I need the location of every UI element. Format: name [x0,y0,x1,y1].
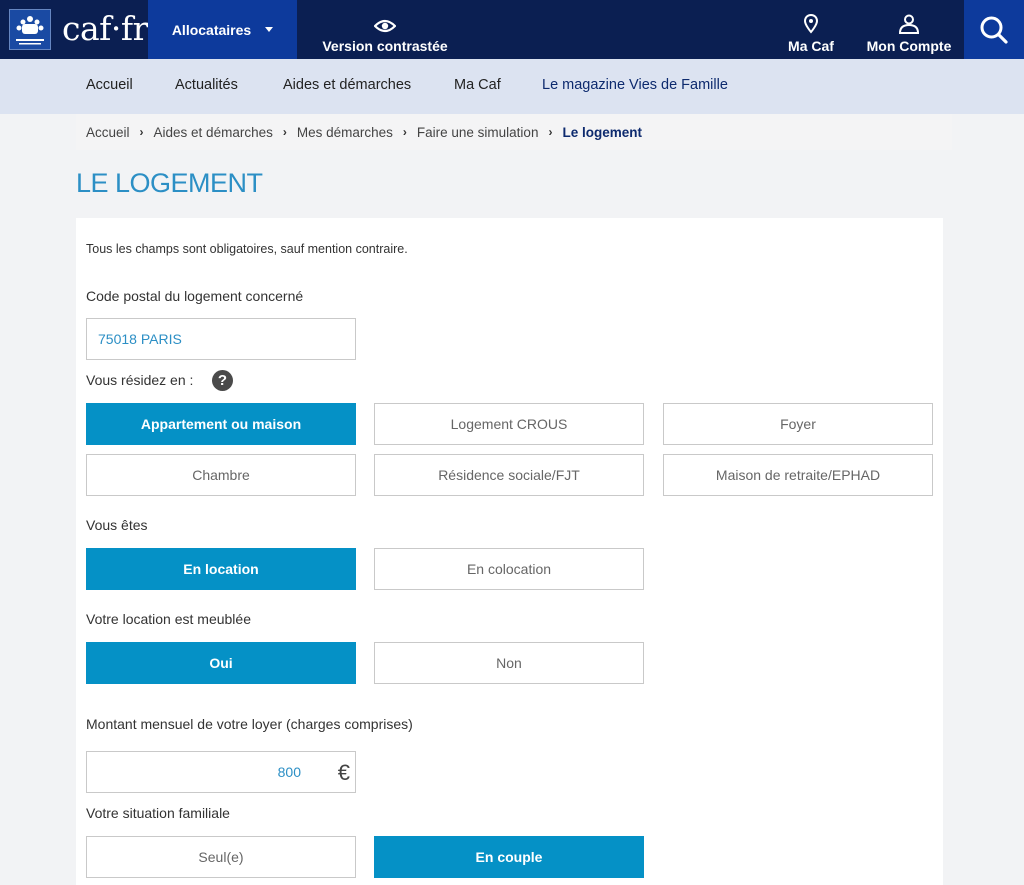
option-foyer[interactable]: Foyer [663,403,933,445]
brand-name[interactable]: caf·fr [62,8,148,50]
caf-logo[interactable] [9,9,51,50]
postal-label: Code postal du logement concerné [86,288,304,304]
macaf-label: Ma Caf [788,38,834,54]
chevron-right-icon: › [139,125,144,139]
nav-item-aides[interactable]: Aides et démarches [283,77,411,93]
postal-code-input[interactable]: 75018 PARIS [86,318,356,360]
option-crous[interactable]: Logement CROUS [374,403,644,445]
chevron-right-icon: › [402,125,407,139]
required-note: Tous les champs sont obligatoires, sauf … [86,242,408,256]
contrast-label: Version contrastée [322,38,448,54]
breadcrumb-item[interactable]: Faire une simulation [417,125,539,140]
account-link[interactable]: Mon Compte [862,0,956,59]
account-label: Mon Compte [866,38,952,54]
option-chambre[interactable]: Chambre [86,454,356,496]
contrast-toggle[interactable]: Version contrastée [322,0,448,59]
option-couple[interactable]: En couple [374,836,644,878]
caret-down-icon [265,27,274,32]
search-button[interactable] [964,0,1024,59]
family-logo-icon [16,16,44,45]
residence-label: Vous résidez en : [86,372,194,388]
chevron-right-icon: › [548,125,553,139]
macaf-link[interactable]: Ma Caf [780,0,842,59]
option-appartement[interactable]: Appartement ou maison [86,403,356,445]
option-maison-retraite[interactable]: Maison de retraite/EPHAD [663,454,933,496]
breadcrumb-current: Le logement [562,124,642,140]
furnished-label: Votre location est meublée [86,611,251,627]
option-oui[interactable]: Oui [86,642,356,684]
help-icon[interactable]: ? [212,370,233,391]
top-bar: caf·fr Allocataires Version contrastée M… [0,0,1024,59]
audience-dropdown[interactable]: Allocataires [148,0,297,59]
nav-item-actualites[interactable]: Actualités [175,77,238,93]
breadcrumb: Accueil › Aides et démarches › Mes démar… [76,114,952,150]
search-icon [980,16,1008,44]
option-colocation[interactable]: En colocation [374,548,644,590]
rent-label: Montant mensuel de votre loyer (charges … [86,716,413,732]
rent-value: 800 [277,764,301,780]
option-seul[interactable]: Seul(e) [86,836,356,878]
family-label: Votre situation familiale [86,805,230,821]
breadcrumb-item[interactable]: Aides et démarches [154,125,273,140]
postal-code-value: 75018 PARIS [98,331,182,347]
option-residence-sociale[interactable]: Résidence sociale/FJT [374,454,644,496]
audience-label: Allocataires [171,21,252,38]
nav-item-accueil[interactable]: Accueil [86,77,133,93]
eye-icon [374,19,396,33]
breadcrumb-item[interactable]: Accueil [86,125,130,140]
main-nav: Accueil Actualités Aides et démarches Ma… [0,59,1024,114]
rent-input[interactable]: 800 € [86,751,356,793]
nav-item-macaf[interactable]: Ma Caf [454,77,501,93]
nav-item-magazine[interactable]: Le magazine Vies de Famille [542,77,728,93]
location-pin-icon [804,14,818,34]
chevron-right-icon: › [282,125,287,139]
page-title: LE LOGEMENT [76,168,263,198]
status-label: Vous êtes [86,517,148,533]
option-non[interactable]: Non [374,642,644,684]
user-icon [898,14,920,34]
simulation-form: Tous les champs sont obligatoires, sauf … [76,218,943,885]
euro-icon: € [337,760,350,785]
option-location[interactable]: En location [86,548,356,590]
breadcrumb-item[interactable]: Mes démarches [297,125,393,140]
